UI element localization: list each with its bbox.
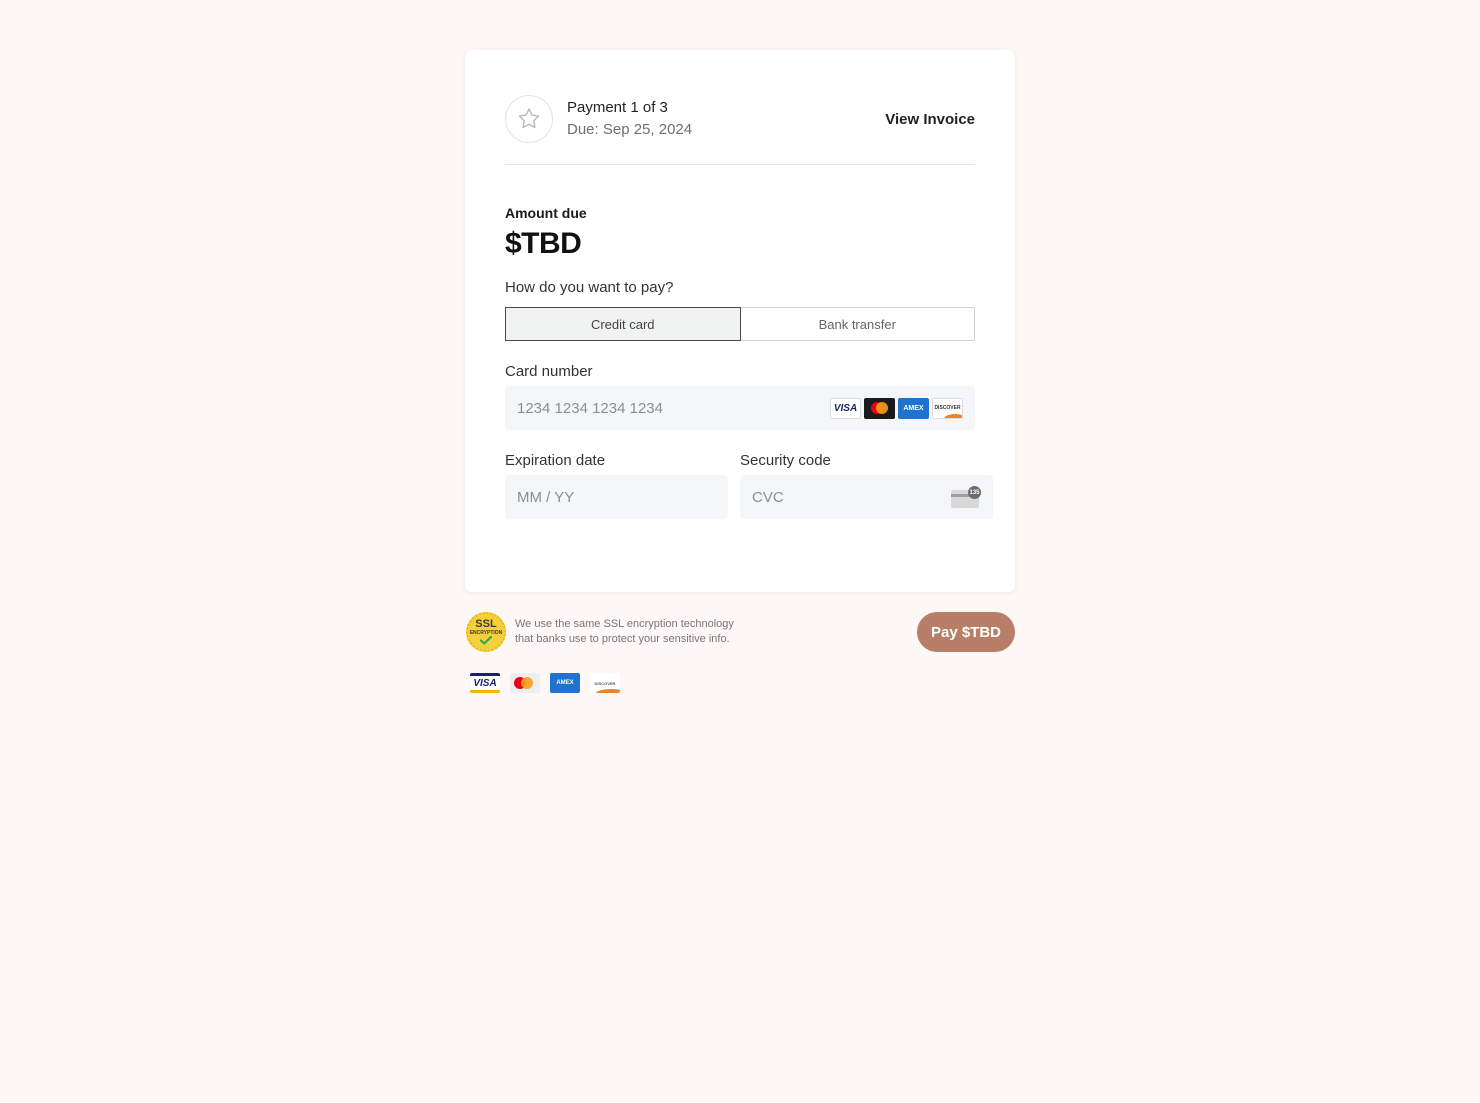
- expiry-security-row: Expiration date Security code 135: [505, 452, 993, 519]
- expiration-column: Expiration date: [505, 452, 728, 519]
- footer-mastercard-icon: [510, 673, 540, 693]
- payment-header: Payment 1 of 3 Due: Sep 25, 2024 View In…: [505, 94, 975, 165]
- amex-icon: AMEX: [898, 397, 929, 419]
- star-badge: [505, 95, 553, 143]
- ssl-line-2: that banks use to protect your sensitive…: [515, 633, 730, 645]
- amex-icon-text: AMEX: [903, 404, 924, 412]
- ssl-description: We use the same SSL encryption technolog…: [515, 617, 917, 647]
- payment-title: Payment 1 of 3: [567, 99, 668, 116]
- ssl-line-1: We use the same SSL encryption technolog…: [515, 618, 734, 630]
- card-number-input[interactable]: [517, 399, 830, 417]
- expiration-field-wrapper: [505, 475, 728, 519]
- payment-method-toggle: Credit card Bank transfer: [505, 307, 975, 341]
- discover-icon: DISCOVER: [932, 397, 963, 419]
- expiration-date-input[interactable]: [517, 488, 716, 506]
- security-code-input[interactable]: [752, 488, 951, 506]
- ssl-row: SSL ENCRYPTION We use the same SSL encry…: [465, 612, 1015, 652]
- footer-mc-orange-circle: [521, 677, 533, 689]
- security-column: Security code 135: [740, 452, 993, 519]
- card-brands: VISA AMEX DISCOVER: [830, 397, 963, 419]
- discover-orange-swoosh: [944, 413, 962, 418]
- footer-discover-swoosh: [596, 689, 620, 693]
- footer-discover-text: DISCOVER: [594, 680, 616, 686]
- card-number-label: Card number: [505, 363, 593, 380]
- footer-amex-icon: AMEX: [550, 673, 580, 693]
- expiration-date-label: Expiration date: [505, 452, 606, 469]
- bank-transfer-option[interactable]: Bank transfer: [740, 307, 975, 341]
- mastercard-orange-circle: [876, 401, 888, 414]
- view-invoice-link[interactable]: View Invoice: [885, 111, 975, 128]
- footer-visa-icon: VISA: [470, 673, 500, 693]
- star-icon: [518, 108, 540, 129]
- security-field-wrapper: 135: [740, 475, 993, 519]
- footer-card-brands: VISA AMEX DISCOVER: [470, 673, 1015, 693]
- payment-card: Payment 1 of 3 Due: Sep 25, 2024 View In…: [465, 50, 1015, 592]
- payment-method-question: How do you want to pay?: [505, 279, 674, 296]
- discover-icon-text: DISCOVER: [934, 405, 961, 411]
- amount-due-value: $TBD: [505, 227, 582, 260]
- mastercard-icon: [864, 397, 895, 419]
- pay-button[interactable]: Pay $TBD: [916, 612, 1015, 652]
- amount-due-label: Amount due: [505, 205, 587, 221]
- header-text: Payment 1 of 3 Due: Sep 25, 2024: [567, 97, 885, 141]
- ssl-badge-icon: SSL ENCRYPTION: [466, 612, 506, 652]
- footer-discover-icon: DISCOVER: [590, 673, 620, 693]
- credit-card-option[interactable]: Credit card: [505, 307, 741, 341]
- cvc-digits-badge: 135: [968, 486, 981, 499]
- card-number-field-wrapper: VISA AMEX DISCOVER: [505, 386, 975, 430]
- visa-icon: VISA: [830, 397, 861, 419]
- card-footer-area: SSL ENCRYPTION We use the same SSL encry…: [465, 612, 1015, 693]
- security-code-label: Security code: [740, 452, 831, 469]
- ssl-badge-title: SSL: [475, 618, 497, 630]
- due-date: Due: Sep 25, 2024: [567, 121, 693, 138]
- checkmark-icon: [480, 636, 492, 645]
- cvc-card-icon: 135: [951, 486, 981, 508]
